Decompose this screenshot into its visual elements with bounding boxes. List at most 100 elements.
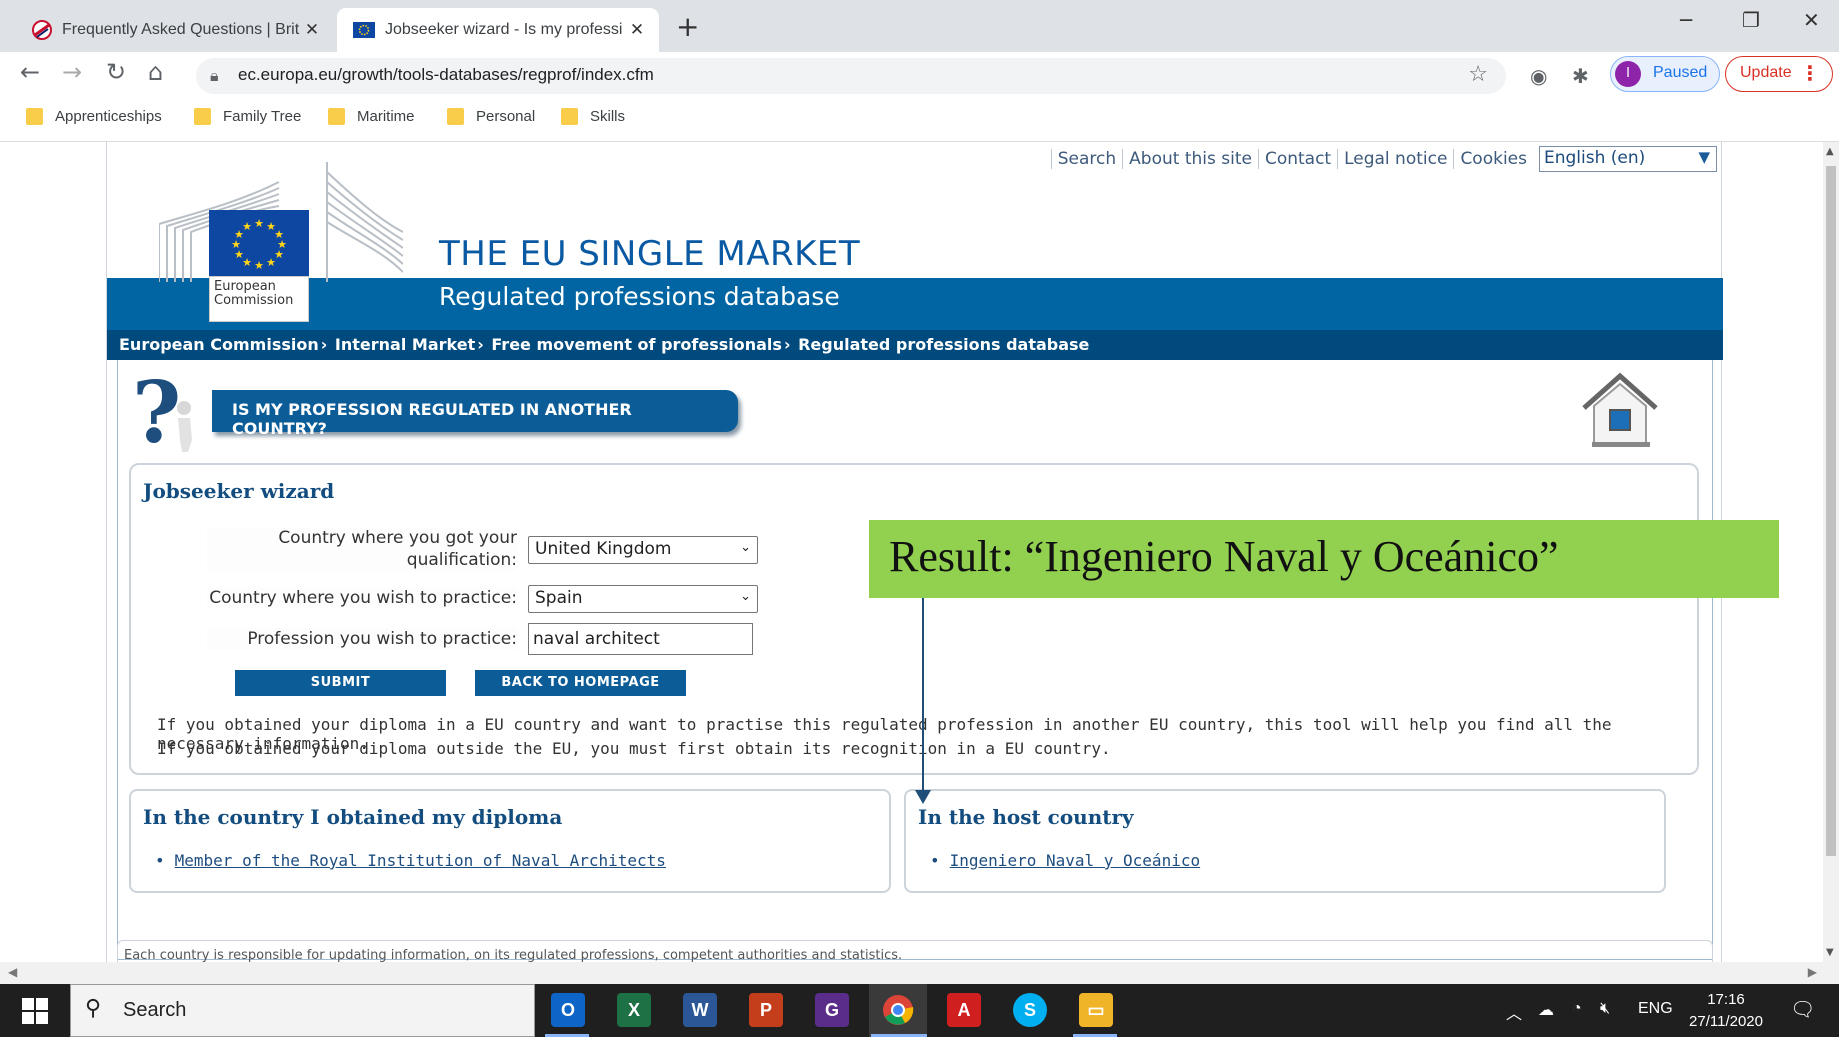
minimize-button[interactable]: ─ [1680,8,1692,32]
contact-link[interactable]: Contact [1257,149,1337,169]
tab-jobseeker-wizard[interactable]: Jobseeker wizard - Is my professi ✕ [337,8,659,52]
bookmark-maritime[interactable]: Maritime [328,108,415,125]
reload-icon[interactable]: ↻ [106,58,126,86]
origin-profession-link[interactable]: Member of the Royal Institution of Naval… [175,851,666,870]
tray-chevron-up-icon[interactable]: ︿ [1506,1000,1522,1024]
folder-icon [194,108,211,125]
header-blue-bar [107,278,1723,330]
update-button[interactable]: Update ⋮ [1725,56,1833,92]
taskbar-search-label: Search [123,999,187,1021]
windows-start-icon[interactable] [22,998,48,1024]
network-icon[interactable]: ◔ [1572,1000,1582,1018]
more-menu-icon[interactable]: ⋮ [1800,61,1820,85]
result-callout: Result: “Ingeniero Naval y Oceánico” [869,520,1779,598]
onedrive-cloud-icon[interactable]: ☁ [1538,1000,1554,1020]
taskbar-search[interactable]: ⚲ Search [70,984,535,1037]
tab-faq[interactable]: Frequently Asked Questions | Brit ✕ [14,8,334,52]
ec-logo-line: Commission [214,293,294,308]
breadcrumb-free-movement[interactable]: Free movement of professionals [491,335,782,354]
system-clock[interactable]: 17:16 27/11/2020 [1686,989,1766,1033]
breadcrumb-regulated-professions[interactable]: Regulated professions database [798,335,1089,354]
jobseeker-wizard-form: Jobseeker wizard Country where you got y… [129,463,1699,775]
chrome-icon[interactable] [881,993,915,1027]
volume-muted-icon[interactable]: 🔇︎ [1600,1000,1610,1018]
breadcrumb-separator: › [783,335,791,354]
restore-button[interactable]: ❐ [1742,8,1760,32]
scroll-down-icon[interactable]: ▼ [1826,947,1834,958]
eu-flag-icon [353,22,375,38]
pdf-tool-icon[interactable]: G [815,993,849,1027]
forward-icon[interactable]: → [62,58,82,86]
file-explorer-icon[interactable]: ▭ [1079,993,1113,1027]
bookmark-star-icon[interactable]: ☆ [1468,62,1488,87]
back-icon[interactable]: ← [20,58,40,86]
brand-logo-icon [32,20,52,40]
notifications-icon[interactable]: 🗨︎ [1790,997,1815,1022]
breadcrumb-separator: › [320,335,328,354]
scroll-right-icon[interactable]: ▶ [1808,965,1817,979]
close-tab-icon[interactable]: ✕ [625,20,649,40]
back-to-homepage-button[interactable]: BACK TO HOMEPAGE [475,670,686,696]
avatar: I [1615,61,1641,87]
about-link[interactable]: About this site [1122,149,1258,169]
bookmark-personal[interactable]: Personal [447,108,535,125]
update-label: Update [1740,64,1792,81]
new-tab-button[interactable]: + [676,10,699,43]
vertical-scrollbar[interactable]: ▲ ▼ [1823,142,1839,962]
legal-notice-link[interactable]: Legal notice [1337,149,1453,169]
home-icon[interactable] [1580,372,1660,448]
word-icon[interactable]: W [683,993,717,1027]
bookmarks-bar: Apprenticeships Family Tree Maritime Per… [0,96,1839,142]
tab-title: Jobseeker wizard - Is my professi [385,21,623,38]
input-language[interactable]: ENG [1638,1000,1673,1018]
profession-input[interactable]: naval architect [528,623,753,655]
bookmark-label: Family Tree [223,108,302,125]
breadcrumb-european-commission[interactable]: European Commission [119,335,319,354]
svg-text:★: ★ [266,256,276,269]
bookmark-label: Personal [476,108,536,125]
bookmark-skills[interactable]: Skills [561,108,625,125]
skype-icon[interactable]: S [1013,993,1047,1027]
scroll-left-icon[interactable]: ◀ [8,965,17,979]
chevron-down-icon: ⌄ [740,540,751,555]
home-icon[interactable]: ⌂ [148,58,163,86]
submit-button[interactable]: SUBMIT [235,670,446,696]
chevron-down-icon: ⌄ [740,589,751,604]
wizard-title: Jobseeker wizard [143,479,335,503]
bookmark-apprenticeships[interactable]: Apprenticeships [26,108,162,125]
profile-button[interactable]: I Paused [1610,56,1720,92]
profile-status: Paused [1653,64,1708,81]
lock-icon: 🔒︎ [210,66,219,85]
bullet: • [930,851,940,870]
practice-country-select[interactable]: Spain ⌄ [528,585,758,613]
acrobat-icon[interactable]: A [947,993,981,1027]
scroll-up-icon[interactable]: ▲ [1826,146,1834,157]
language-select[interactable]: English (en) ▼ [1539,146,1717,172]
extensions-puzzle-icon[interactable]: ✱ [1572,64,1589,88]
main-content: ? IS MY PROFESSION REGULATED IN ANOTHER … [117,360,1713,960]
bookmark-family-tree[interactable]: Family Tree [194,108,301,125]
url-text: ec.europa.eu/growth/tools-databases/regp… [238,65,654,84]
qualification-country-select[interactable]: United Kingdom ⌄ [528,536,758,564]
host-profession-link[interactable]: Ingeniero Naval y Oceánico [950,851,1200,870]
outlook-icon[interactable]: O [551,993,585,1027]
address-bar[interactable]: 🔒︎ ec.europa.eu/growth/tools-databases/r… [196,58,1506,94]
extension-circle-icon[interactable]: ◉ [1530,64,1547,88]
origin-country-results: In the country I obtained my diploma • Me… [129,789,891,893]
horizontal-scrollbar[interactable]: ◀ ▶ [0,962,1839,984]
powerpoint-icon[interactable]: P [749,993,783,1027]
clock-time: 17:16 [1707,991,1745,1008]
top-links: Search About this site Contact Legal not… [1050,146,1717,172]
search-link[interactable]: Search [1050,149,1122,169]
clock-date: 27/11/2020 [1689,1013,1763,1030]
breadcrumb-internal-market[interactable]: Internal Market [335,335,475,354]
close-tab-icon[interactable]: ✕ [300,20,324,40]
site-subtitle: Regulated professions database [439,282,840,311]
close-window-button[interactable]: ✕ [1803,8,1820,32]
scroll-thumb[interactable] [1826,166,1836,856]
folder-icon [447,108,464,125]
chevron-down-icon: ▼ [1698,148,1710,166]
profession-label: Profession you wish to practice: [207,628,517,650]
cookies-link[interactable]: Cookies [1453,149,1533,169]
excel-icon[interactable]: X [617,993,651,1027]
